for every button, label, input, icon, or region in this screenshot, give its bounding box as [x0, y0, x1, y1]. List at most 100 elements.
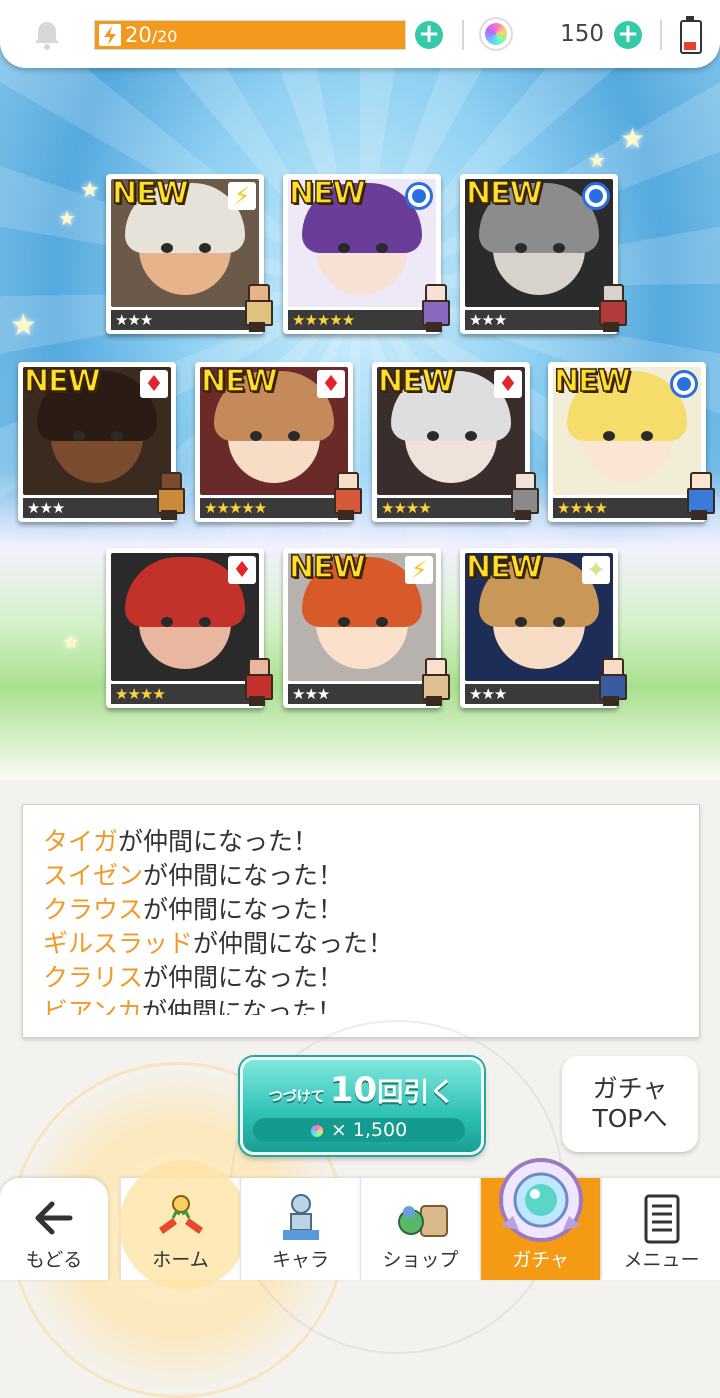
- pixel-sprite: [594, 284, 628, 332]
- nav-label-back: もどる: [25, 1249, 83, 1271]
- character-card[interactable]: NEW ✦ ★★★: [460, 548, 627, 708]
- attribute-red-diamond-icon: ♦: [494, 370, 522, 398]
- character-card[interactable]: NEW ♦ ★★★★★: [195, 362, 362, 522]
- character-eye: [73, 431, 85, 441]
- character-card[interactable]: NEW ♦ ★★★: [18, 362, 185, 522]
- attribute-red-diamond-icon: ♦: [317, 370, 345, 398]
- stamina-bar: 20/20: [94, 20, 406, 50]
- pixel-sprite: [506, 472, 540, 520]
- nav-label-menu: メニュー: [623, 1249, 700, 1271]
- character-eye: [161, 617, 173, 627]
- gacha-top-line1: ガチャ: [592, 1074, 668, 1103]
- pixel-sprite: [682, 472, 716, 520]
- character-card[interactable]: NEW ★★★★★: [283, 174, 450, 334]
- draw-10-again-button[interactable]: つづけて 10回引く × 1,500: [240, 1057, 484, 1155]
- new-badge: NEW: [23, 363, 101, 400]
- character-eye: [553, 243, 565, 253]
- character-eye: [515, 243, 527, 253]
- nav-label-chara: キャラ: [271, 1249, 329, 1271]
- character-name: ギルスラッド: [43, 929, 194, 958]
- character-statue-icon: [282, 1194, 319, 1240]
- result-message-box[interactable]: タイガが仲間になった！ スイゼンが仲間になった！ クラウスが仲間になった！ ギルスラッ…: [22, 804, 700, 1038]
- character-eye: [603, 431, 615, 441]
- character-card[interactable]: NEW ♦ ★★★★: [372, 362, 539, 522]
- message-text: が仲間になった！: [143, 895, 344, 924]
- character-eye: [161, 243, 173, 253]
- sparkle-star-icon: ★: [80, 178, 100, 203]
- nav-tab-shop[interactable]: ショップ: [360, 1178, 480, 1280]
- rarity-stars: ★★★★: [111, 684, 259, 704]
- character-eye: [111, 431, 123, 441]
- divider: [462, 20, 464, 50]
- nav-tab-gacha[interactable]: ガチャ: [480, 1158, 600, 1280]
- new-badge: NEW: [111, 175, 189, 212]
- attribute-red-diamond-icon: ♦: [140, 370, 168, 398]
- sparkle-star-icon: ★: [10, 308, 37, 343]
- attribute-red-diamond-icon: ♦: [228, 556, 256, 584]
- pixel-sprite: [417, 284, 451, 332]
- character-card[interactable]: NEW ⚡ ★★★: [283, 548, 450, 708]
- result-message: スイゼンが仲間になった！: [43, 859, 683, 893]
- rarity-stars: ★★★: [23, 498, 171, 518]
- result-message: クラウスが仲間になった！: [43, 893, 683, 927]
- nav-tab-menu[interactable]: メニュー: [601, 1178, 720, 1280]
- rarity-stars: ★★★: [465, 684, 613, 704]
- draw-cost-text: × 1,500: [330, 1119, 408, 1141]
- character-card[interactable]: NEW ⚡ ★★★: [106, 174, 273, 334]
- nav-label-home: ホーム: [152, 1249, 209, 1271]
- draw-button-label: つづけて 10回引く: [243, 1070, 481, 1110]
- character-eye: [641, 431, 653, 441]
- rarity-stars: ★★★: [111, 310, 259, 330]
- rarity-stars: ★★★: [288, 684, 436, 704]
- pixel-sprite: [594, 658, 628, 706]
- draw-suffix: 回引く: [377, 1078, 456, 1108]
- gacha-top-line2: TOPへ: [592, 1104, 668, 1133]
- attribute-yellow-bolt-icon: ⚡: [405, 556, 433, 584]
- add-stamina-button[interactable]: +: [415, 21, 443, 49]
- new-badge: NEW: [465, 175, 543, 212]
- character-eye: [553, 617, 565, 627]
- rarity-stars: ★★★★: [553, 498, 701, 518]
- character-name: ビアンカ: [43, 997, 143, 1015]
- attribute-blue-circle-icon: [582, 182, 610, 210]
- pixel-sprite: [152, 472, 186, 520]
- character-eye: [288, 431, 300, 441]
- character-eye: [376, 243, 388, 253]
- character-eye: [515, 617, 527, 627]
- bell-icon[interactable]: [30, 18, 64, 52]
- rarity-stars: ★★★: [465, 310, 613, 330]
- character-card[interactable]: NEW ★★★★: [548, 362, 715, 522]
- rainbow-gem-icon: [310, 1124, 323, 1137]
- nav-tab-chara[interactable]: キャラ: [240, 1178, 360, 1280]
- add-gem-button[interactable]: +: [614, 21, 642, 49]
- character-name: スイゼン: [43, 861, 144, 890]
- battery-low-icon: [680, 16, 702, 54]
- nav-tab-home[interactable]: ホーム: [119, 1160, 249, 1290]
- result-message: ビアンカが仲間になった！: [43, 995, 683, 1015]
- back-button[interactable]: もどる: [0, 1178, 108, 1280]
- attribute-blue-circle-icon: [670, 370, 698, 398]
- gacha-crystal-icon: [498, 1158, 583, 1242]
- new-badge: NEW: [200, 363, 278, 400]
- character-name: クラウス: [43, 895, 144, 924]
- pixel-sprite: [240, 284, 274, 332]
- rainbow-gem-icon: [481, 19, 511, 49]
- rarity-stars: ★★★★★: [288, 310, 436, 330]
- character-eye: [338, 243, 350, 253]
- character-card[interactable]: ♦ ★★★★: [106, 548, 273, 708]
- bottom-nav: もどる ホーム キャラ ショップ ガチャ メニュー: [0, 1158, 720, 1290]
- character-card[interactable]: NEW ★★★: [460, 174, 627, 334]
- arrow-left-icon: [35, 1201, 73, 1235]
- character-eye: [250, 431, 262, 441]
- message-text: が仲間になった！: [118, 827, 319, 856]
- result-message: クラリスが仲間になった！: [43, 961, 683, 995]
- draw-prefix: つづけて: [268, 1089, 325, 1105]
- draw-count: 10: [329, 1070, 378, 1110]
- gacha-top-button[interactable]: ガチャ TOPへ: [562, 1056, 698, 1152]
- result-message: タイガが仲間になった！: [43, 825, 683, 859]
- character-hair: [125, 557, 245, 627]
- result-message: ギルスラッドが仲間になった！: [43, 927, 683, 961]
- attribute-light-sparkle-icon: ✦: [582, 556, 610, 584]
- character-eye: [199, 243, 211, 253]
- nav-label-shop: ショップ: [382, 1249, 459, 1271]
